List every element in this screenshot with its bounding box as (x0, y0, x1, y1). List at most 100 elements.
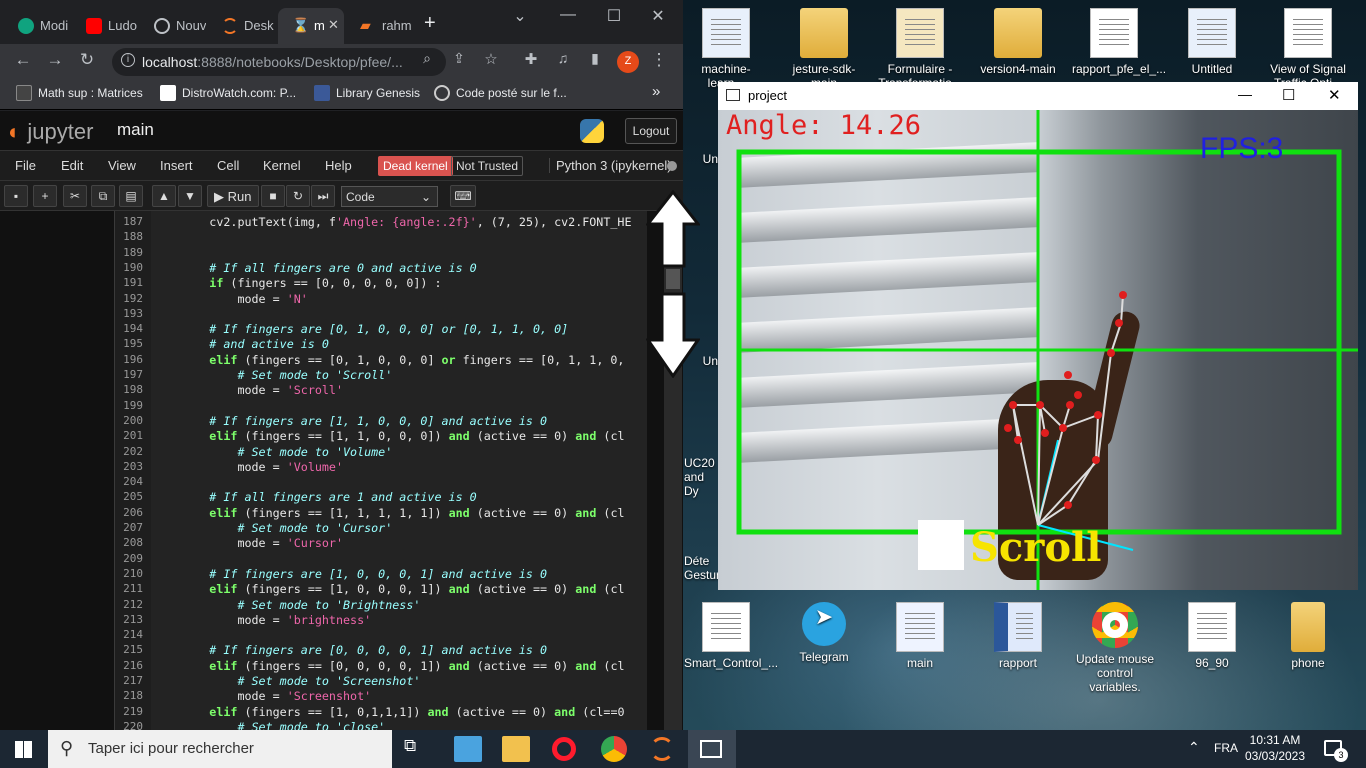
menu-file[interactable]: File (15, 158, 36, 173)
reload-icon[interactable]: ↻ (74, 50, 100, 70)
menu-view[interactable]: View (108, 158, 136, 173)
bookmark-math-sup[interactable]: Math sup : Matrices (16, 85, 143, 101)
tab-5-active[interactable]: ⌛ m ✕ (278, 8, 344, 44)
clock[interactable]: 10:31 AM 03/03/2023 (1244, 732, 1306, 764)
file-explorer-icon[interactable] (502, 736, 530, 762)
tab-3[interactable]: Nouv (140, 8, 206, 44)
tab-1[interactable]: Modi (4, 8, 70, 44)
add-cell-icon[interactable]: + (33, 185, 57, 207)
distrowatch-icon (160, 85, 176, 101)
desktop-icon-telegram[interactable]: ➤ Telegram (782, 602, 866, 664)
search-input[interactable]: ⚲ Taper ici pour rechercher (48, 730, 392, 768)
code-line: # If fingers are [1, 1, 0, 0, 0] and act… (153, 413, 548, 428)
close-tab-icon[interactable]: ✕ (328, 17, 339, 33)
line-number: 196 (123, 352, 143, 366)
menu-kernel[interactable]: Kernel (263, 158, 301, 173)
desktop-icon-jesture-sdk-main[interactable]: jesture-sdk-main (782, 8, 866, 90)
back-icon[interactable]: ← (10, 50, 36, 70)
desktop-icon-untitled[interactable]: Untitled (1170, 8, 1254, 76)
url-input[interactable]: i localhost:8888/notebooks/Desktop/pfee/… (112, 48, 446, 76)
desktop-icon-rapport-pfe[interactable]: rapport_pfe_el_... (1072, 8, 1166, 76)
desktop-icon-partial-1[interactable]: Un (686, 112, 718, 166)
maximize-icon[interactable]: ☐ (1282, 86, 1295, 104)
desktop-icon-phone[interactable]: phone (1266, 602, 1350, 670)
more-bookmarks-button[interactable]: » (632, 83, 660, 100)
run-button[interactable]: ▶ Run (207, 185, 259, 207)
extensions-icon[interactable]: ✚ (518, 50, 544, 68)
menu-cell[interactable]: Cell (217, 158, 239, 173)
opera-icon[interactable] (552, 737, 576, 761)
desktop-icon-formulaire[interactable]: Formulaire - Transformatio... (878, 8, 962, 90)
code-line: cv2.putText(img, f'Angle: {angle:.2f}', … (153, 215, 632, 229)
minimize-icon[interactable]: — (1238, 86, 1252, 102)
logout-button[interactable]: Logout (625, 118, 677, 144)
copy-icon[interactable]: ⧉ (91, 185, 115, 207)
dead-kernel-badge[interactable]: Dead kernel (378, 156, 453, 176)
notebook-title[interactable]: main (117, 120, 154, 140)
menu-kebab-icon[interactable]: ⋮ (646, 50, 672, 70)
desktop-icon-96-90[interactable]: 96_90 (1170, 602, 1254, 670)
close-icon[interactable]: ✕ (638, 6, 678, 26)
document-icon (1188, 8, 1236, 58)
zoom-icon[interactable]: ⌕ (414, 50, 440, 67)
move-down-icon[interactable]: ▼ (178, 185, 202, 207)
profile-avatar[interactable]: Z (617, 51, 639, 73)
desktop-icon-partial-4[interactable]: Déte Gestur (684, 518, 720, 582)
chrome-icon[interactable] (601, 736, 627, 762)
this-pc-icon[interactable] (454, 736, 482, 762)
move-up-icon[interactable]: ▲ (152, 185, 176, 207)
bookmark-distrowatch[interactable]: DistroWatch.com: P... (160, 85, 296, 101)
scrollbar[interactable] (664, 211, 682, 730)
fast-forward-icon[interactable]: ⏭ (311, 185, 335, 207)
code-cell[interactable]: 187 188 189 190 191 192 193 194 195 196 197 198 199 2… (114, 211, 647, 730)
desktop-icon-view-of-signal[interactable]: View of Signal Traffic Opti... (1266, 8, 1350, 90)
media-icon[interactable]: ♫ (550, 50, 576, 66)
menu-help[interactable]: Help (325, 158, 352, 173)
keyboard-icon[interactable]: ⌨ (450, 185, 476, 207)
line-number: 197 (123, 368, 143, 381)
paste-icon[interactable]: ▤ (119, 185, 143, 207)
share-icon[interactable]: ⇪ (446, 50, 472, 67)
language-indicator[interactable]: FRA (1214, 741, 1238, 755)
line-number: 203 (123, 459, 143, 473)
jupyter-logo[interactable]: ◐ jupyter (8, 119, 93, 145)
maximize-icon[interactable]: ☐ (594, 6, 634, 26)
menu-insert[interactable]: Insert (160, 158, 193, 173)
desktop-icon-rapport[interactable]: rapport (976, 602, 1060, 670)
chevron-up-icon[interactable]: ⌃ (1188, 739, 1200, 756)
bookmark-code-poste[interactable]: Code posté sur le f... (434, 85, 567, 101)
save-icon[interactable]: ▪ (4, 185, 28, 207)
tab-search-icon[interactable]: ⌄ (500, 6, 540, 26)
desktop-icon-main[interactable]: main (878, 602, 962, 670)
jupyter-taskbar-icon[interactable] (650, 737, 674, 761)
desktop-icon-smart-control[interactable]: Smart_Control_... (684, 602, 778, 670)
task-view-icon[interactable]: ⧉ (404, 736, 432, 762)
bookmark-star-icon[interactable]: ☆ (478, 50, 504, 68)
tab-6[interactable]: ▰ rahm (346, 8, 412, 44)
forward-icon[interactable]: → (42, 50, 68, 70)
scroll-down-arrow-icon (646, 292, 700, 378)
menu-edit[interactable]: Edit (61, 158, 83, 173)
close-icon[interactable]: ✕ (1328, 86, 1341, 104)
scrollbar-thumb[interactable] (666, 269, 680, 289)
stop-icon[interactable]: ■ (261, 185, 285, 207)
code-line: elif (fingers == [1, 1, 0, 0, 0]) and (a… (209, 429, 625, 444)
windows-start-icon[interactable] (15, 741, 32, 758)
desktop-icon-version4-main[interactable]: version4-main (976, 8, 1060, 76)
active-app-highlight[interactable] (688, 730, 736, 768)
side-panel-icon[interactable]: ▮ (582, 50, 608, 67)
desktop-icon-partial-3[interactable]: UC20 and Dy (684, 420, 718, 498)
desktop-icon-update-mouse[interactable]: Update mouse control variables. (1070, 602, 1160, 694)
new-tab-button[interactable]: + (424, 12, 436, 35)
not-trusted-badge[interactable]: Not Trusted (451, 156, 524, 176)
jupyter-toolbar: ▪ + ✂ ⧉ ▤ ▲ ▼ ▶ Run ■ ↻ ⏭ Code ⌄ ⌨ (0, 181, 683, 211)
restart-icon[interactable]: ↻ (286, 185, 310, 207)
cell-type-select[interactable]: Code ⌄ (341, 186, 438, 207)
bookmark-library-genesis[interactable]: Library Genesis (314, 85, 420, 101)
tab-4[interactable]: Desk (208, 8, 276, 44)
minimize-icon[interactable]: — (548, 6, 588, 24)
tab-2[interactable]: Ludo (72, 8, 138, 44)
cut-icon[interactable]: ✂ (63, 185, 87, 207)
desktop-icon-machine-learn[interactable]: machine-learn... (684, 8, 768, 90)
line-number: 192 (123, 291, 143, 305)
